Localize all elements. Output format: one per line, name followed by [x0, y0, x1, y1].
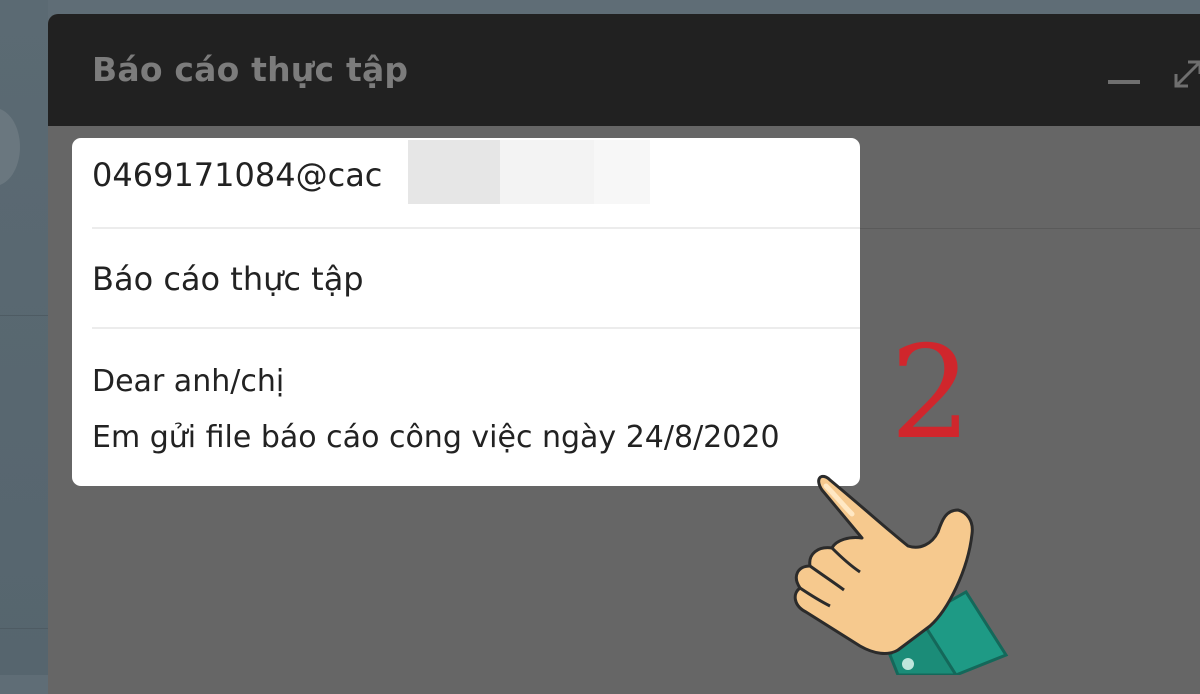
message-body-line[interactable]: Em gửi file báo cáo công việc ngày 24/8/…: [92, 420, 780, 455]
expand-icon[interactable]: [1172, 56, 1200, 88]
message-body-line[interactable]: Dear anh/chị: [92, 364, 284, 399]
recipient-field[interactable]: 0469171084@cac: [92, 156, 382, 194]
background-divider: [0, 628, 48, 629]
pointing-hand-icon: [793, 454, 1009, 675]
compose-title: Báo cáo thực tập: [92, 50, 409, 89]
redacted-email-block: [500, 140, 594, 204]
field-divider: [92, 227, 860, 229]
field-divider: [92, 327, 860, 329]
field-divider: [860, 228, 1200, 229]
redacted-email-block: [594, 140, 650, 204]
minimize-icon[interactable]: [1108, 80, 1140, 84]
compose-header: Báo cáo thực tập: [48, 14, 1200, 126]
step-number-label: 2: [890, 319, 972, 468]
background-divider: [0, 315, 48, 316]
subject-field[interactable]: Báo cáo thực tập: [92, 260, 364, 298]
redacted-email-block: [408, 140, 500, 204]
background-panel: [0, 0, 48, 675]
